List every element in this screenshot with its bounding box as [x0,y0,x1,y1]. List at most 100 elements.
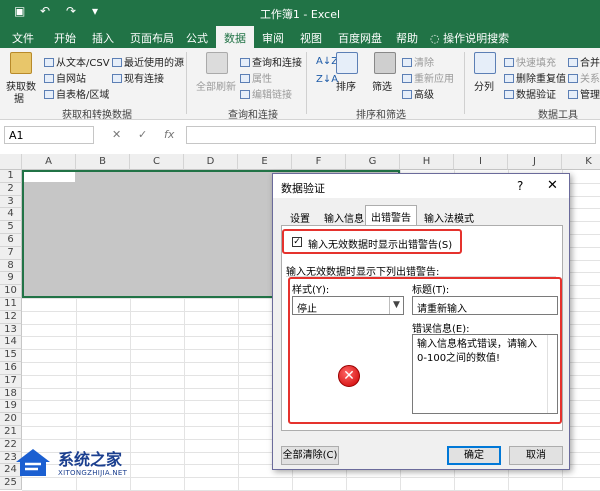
column-header-a[interactable]: A [22,154,76,170]
tab-formulas[interactable]: 公式 [186,30,208,46]
tab-data[interactable]: 数据 [216,26,254,48]
row-header-2[interactable]: 2 [0,182,22,196]
text-to-columns-icon[interactable] [474,52,496,74]
refresh-all-button[interactable]: 全部刷新 [196,78,236,93]
row-header-13[interactable]: 13 [0,323,22,337]
ok-button[interactable]: 确定 [447,446,501,465]
cancel-button[interactable]: 取消 [509,446,563,465]
text-to-columns-button[interactable]: 分列 [474,78,494,93]
cancel-entry-icon[interactable]: ✕ [112,128,121,141]
tab-help[interactable]: 帮助 [396,30,418,46]
existing-connections-button[interactable]: 现有连接 [112,70,164,85]
relationships-icon [568,74,578,83]
clear-filter-button[interactable]: 清除 [402,54,434,69]
row-header-9[interactable]: 9 [0,272,22,286]
ribbon: 获取数 据 从文本/CSV 自网站 自表格/区域 最近使用的源 现有连接 获取和… [0,48,600,121]
reapply-icon [402,74,412,83]
queries-connections-button[interactable]: 查询和连接 [240,54,302,69]
manage-data-model-button[interactable]: 管理 [568,86,600,101]
row-header-10[interactable]: 10 [0,285,22,298]
row-header-5[interactable]: 5 [0,221,22,234]
row-header-3[interactable]: 3 [0,195,22,209]
formula-input[interactable] [186,126,596,144]
tab-baidu-netdisk[interactable]: 百度网盘 [338,30,382,46]
clear-all-button[interactable]: 全部清除(C) [281,446,339,465]
column-header-g[interactable]: G [346,154,400,170]
dialog-title: 数据验证 [281,182,325,195]
column-header-c[interactable]: C [130,154,184,170]
row-header-6[interactable]: 6 [0,234,22,247]
row-header-20[interactable]: 20 [0,413,22,426]
tab-file[interactable]: 文件 [12,30,34,46]
column-header-h[interactable]: H [400,154,454,170]
column-header-j[interactable]: J [508,154,562,170]
insert-function-icon[interactable]: fx [164,128,174,141]
relationships-button[interactable]: 关系 [568,70,600,85]
data-validation-button[interactable]: 数据验证 [504,86,556,101]
ribbon-tabs: 文件 开始 插入 页面布局 公式 数据 审阅 视图 百度网盘 帮助 ◌ 操作说明… [0,26,600,48]
row-header-19[interactable]: 19 [0,400,22,414]
row-header-15[interactable]: 15 [0,349,22,362]
sort-icon[interactable] [336,52,358,74]
row-header-1[interactable]: 1 [0,170,22,183]
tab-view[interactable]: 视图 [300,30,322,46]
row-header-18[interactable]: 18 [0,387,22,401]
column-header-d[interactable]: D [184,154,238,170]
sort-button[interactable]: 排序 [336,78,356,93]
flash-fill-button[interactable]: 快速填充 [504,54,556,69]
edit-links-button[interactable]: 编辑链接 [240,86,292,101]
active-cell[interactable] [24,172,75,182]
close-icon[interactable]: ✕ [547,178,558,193]
row-header-12[interactable]: 12 [0,310,22,324]
name-box[interactable]: A1 [4,126,94,144]
from-web-button[interactable]: 自网站 [44,70,86,85]
from-table-button[interactable]: 自表格/区域 [44,86,109,101]
help-icon[interactable]: ? [517,179,523,193]
column-header-i[interactable]: I [454,154,508,170]
tab-error-alert[interactable]: 出错警告 [365,205,417,226]
ribbon-separator [464,52,465,114]
tab-ime-mode[interactable]: 输入法模式 [419,207,479,225]
group-get-transform-label: 获取和转换数据 [62,110,132,121]
tab-review[interactable]: 审阅 [262,30,284,46]
watermark-name: 系统之家 [58,450,123,469]
tell-me-search[interactable]: ◌ 操作说明搜索 [430,30,509,46]
row-header-16[interactable]: 16 [0,362,22,375]
advanced-filter-button[interactable]: 高级 [402,86,434,101]
from-text-csv-button[interactable]: 从文本/CSV [44,54,110,69]
filter-icon[interactable] [374,52,396,74]
column-header-k[interactable]: K [562,154,600,170]
tab-settings[interactable]: 设置 [285,207,315,225]
row-header-17[interactable]: 17 [0,374,22,388]
column-header-e[interactable]: E [238,154,292,170]
connections-icon [112,74,122,83]
get-data-icon[interactable] [10,52,32,74]
tab-input-message[interactable]: 输入信息 [319,207,369,225]
column-header-f[interactable]: F [292,154,346,170]
tab-page-layout[interactable]: 页面布局 [130,30,174,46]
filter-button[interactable]: 筛选 [372,78,392,93]
tab-home[interactable]: 开始 [54,30,76,46]
sort-az-icon[interactable]: A↓Z [316,56,338,67]
refresh-all-icon[interactable] [206,52,228,74]
tab-insert[interactable]: 插入 [92,30,114,46]
group-sort-filter-label: 排序和筛选 [356,110,406,121]
row-header-8[interactable]: 8 [0,259,22,273]
lightbulb-icon: ◌ [430,32,444,45]
row-header-7[interactable]: 7 [0,246,22,260]
confirm-entry-icon[interactable]: ✓ [138,128,147,141]
column-header-b[interactable]: B [76,154,130,170]
row-header-11[interactable]: 11 [0,298,22,311]
remove-duplicates-button[interactable]: 删除重复值 [504,70,566,85]
select-all-corner[interactable] [0,154,22,170]
row-header-21[interactable]: 21 [0,426,22,439]
consolidate-button[interactable]: 合并 [568,54,600,69]
properties-button[interactable]: 属性 [240,70,272,85]
sort-za-icon[interactable]: Z↓A [316,74,338,85]
row-header-14[interactable]: 14 [0,336,22,350]
flash-fill-icon [504,58,514,67]
error-alert-panel: ✓ 输入无效数据时显示出错警告(S) 输入无效数据时显示下列出错警告: 样式(Y… [281,225,563,431]
recent-sources-button[interactable]: 最近使用的源 [112,54,184,69]
row-header-4[interactable]: 4 [0,208,22,222]
reapply-button[interactable]: 重新应用 [402,70,454,85]
